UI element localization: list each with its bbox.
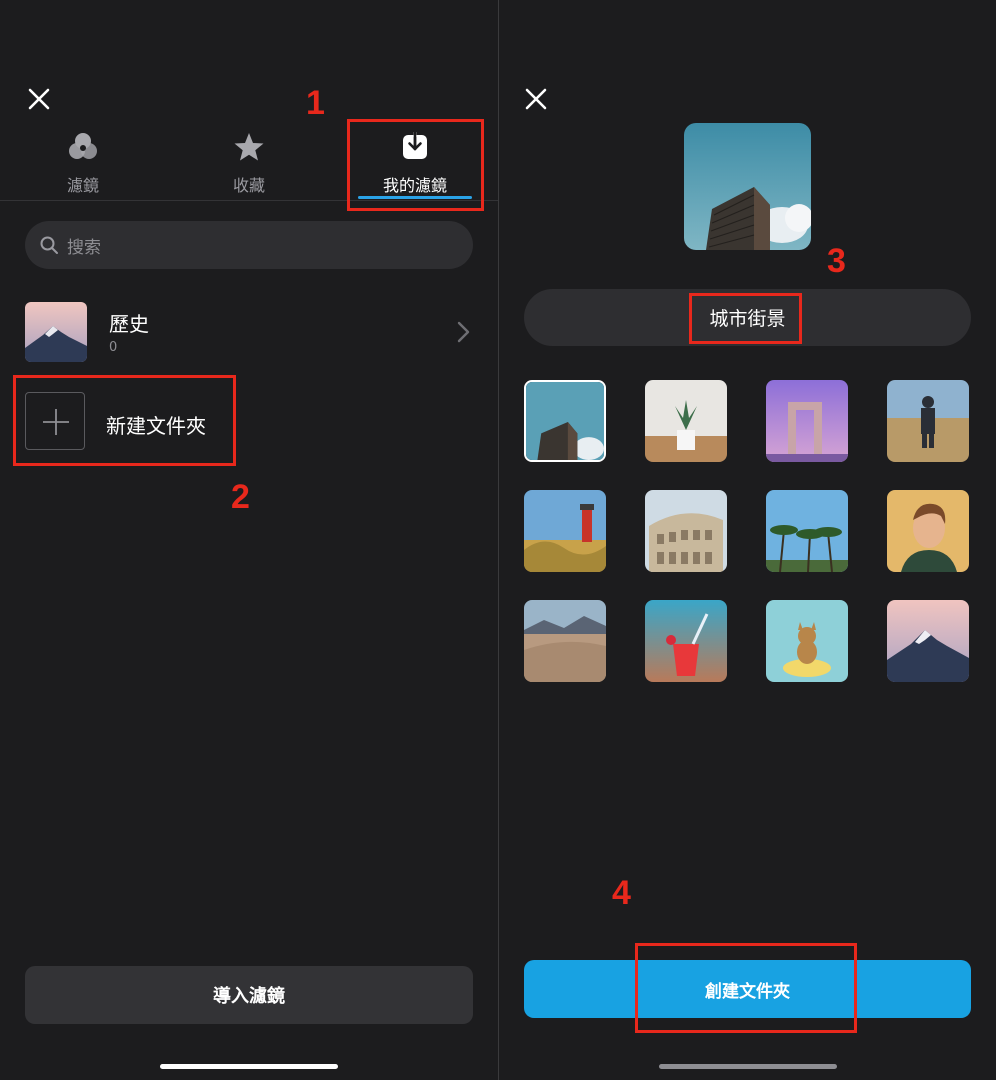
cover-thumbnail-portrait[interactable]	[887, 490, 969, 572]
tab-favorites[interactable]: 收藏	[179, 130, 319, 200]
search-input[interactable]: 搜索	[25, 221, 473, 269]
tab-label: 收藏	[232, 176, 265, 195]
filters-icon	[69, 133, 97, 159]
cover-thumbnail-drink[interactable]	[645, 600, 727, 682]
close-icon[interactable]	[521, 84, 551, 114]
cover-thumbnail-lighthouse[interactable]	[524, 490, 606, 572]
home-indicator	[160, 1064, 338, 1069]
folder-name-input[interactable]: 城市街景	[524, 289, 971, 346]
download-box-icon	[403, 130, 427, 159]
chevron-right-icon	[457, 321, 470, 343]
annotation-number-2: 2	[231, 478, 250, 516]
cover-thumbnail-plant[interactable]	[645, 380, 727, 462]
annotation-number-3: 3	[827, 242, 846, 280]
history-count: 0	[109, 340, 118, 355]
tab-label: 濾鏡	[66, 176, 99, 195]
cover-thumbnail-palms[interactable]	[766, 490, 848, 572]
search-placeholder: 搜索	[67, 237, 101, 258]
history-folder[interactable]: 歷史 0	[25, 300, 473, 364]
tab-label: 我的濾鏡	[382, 176, 447, 195]
star-icon	[234, 133, 264, 161]
folder-cover-preview	[684, 123, 811, 250]
cover-thumbnail-desert[interactable]	[524, 600, 606, 682]
cover-thumbnail-city[interactable]	[524, 380, 606, 462]
history-title: 歷史	[109, 312, 149, 336]
annotation-number-1: 1	[306, 84, 325, 122]
left-panel: 濾鏡 收藏 我的濾鏡 搜索 歷史 0 新建文件夾 導入濾鏡 1 2	[0, 0, 498, 1080]
annotation-number-4: 4	[612, 874, 631, 912]
tab-filters[interactable]: 濾鏡	[13, 130, 153, 200]
cover-thumbnail-dog[interactable]	[766, 600, 848, 682]
cover-thumbnail-arch[interactable]	[766, 380, 848, 462]
import-filter-button[interactable]: 導入濾鏡	[25, 966, 473, 1024]
new-folder-button[interactable]: 新建文件夾	[25, 392, 325, 452]
home-indicator	[659, 1064, 837, 1069]
cover-thumbnail-man-field[interactable]	[887, 380, 969, 462]
tabs-divider	[0, 200, 498, 201]
tab-my-filters[interactable]: 我的濾鏡	[345, 130, 485, 200]
cover-thumbnail-mountain[interactable]	[887, 600, 969, 682]
new-folder-label: 新建文件夾	[106, 414, 206, 438]
search-icon	[40, 236, 58, 254]
create-folder-button[interactable]: 創建文件夾	[524, 960, 971, 1018]
history-thumbnail	[25, 302, 87, 362]
right-panel: 3 城市街景 4 創建文件夾	[499, 0, 996, 1080]
plus-icon	[43, 409, 69, 435]
plus-box	[25, 392, 85, 450]
cover-thumbnail-colosseum[interactable]	[645, 490, 727, 572]
close-icon[interactable]	[24, 84, 54, 114]
active-tab-indicator	[358, 196, 472, 199]
